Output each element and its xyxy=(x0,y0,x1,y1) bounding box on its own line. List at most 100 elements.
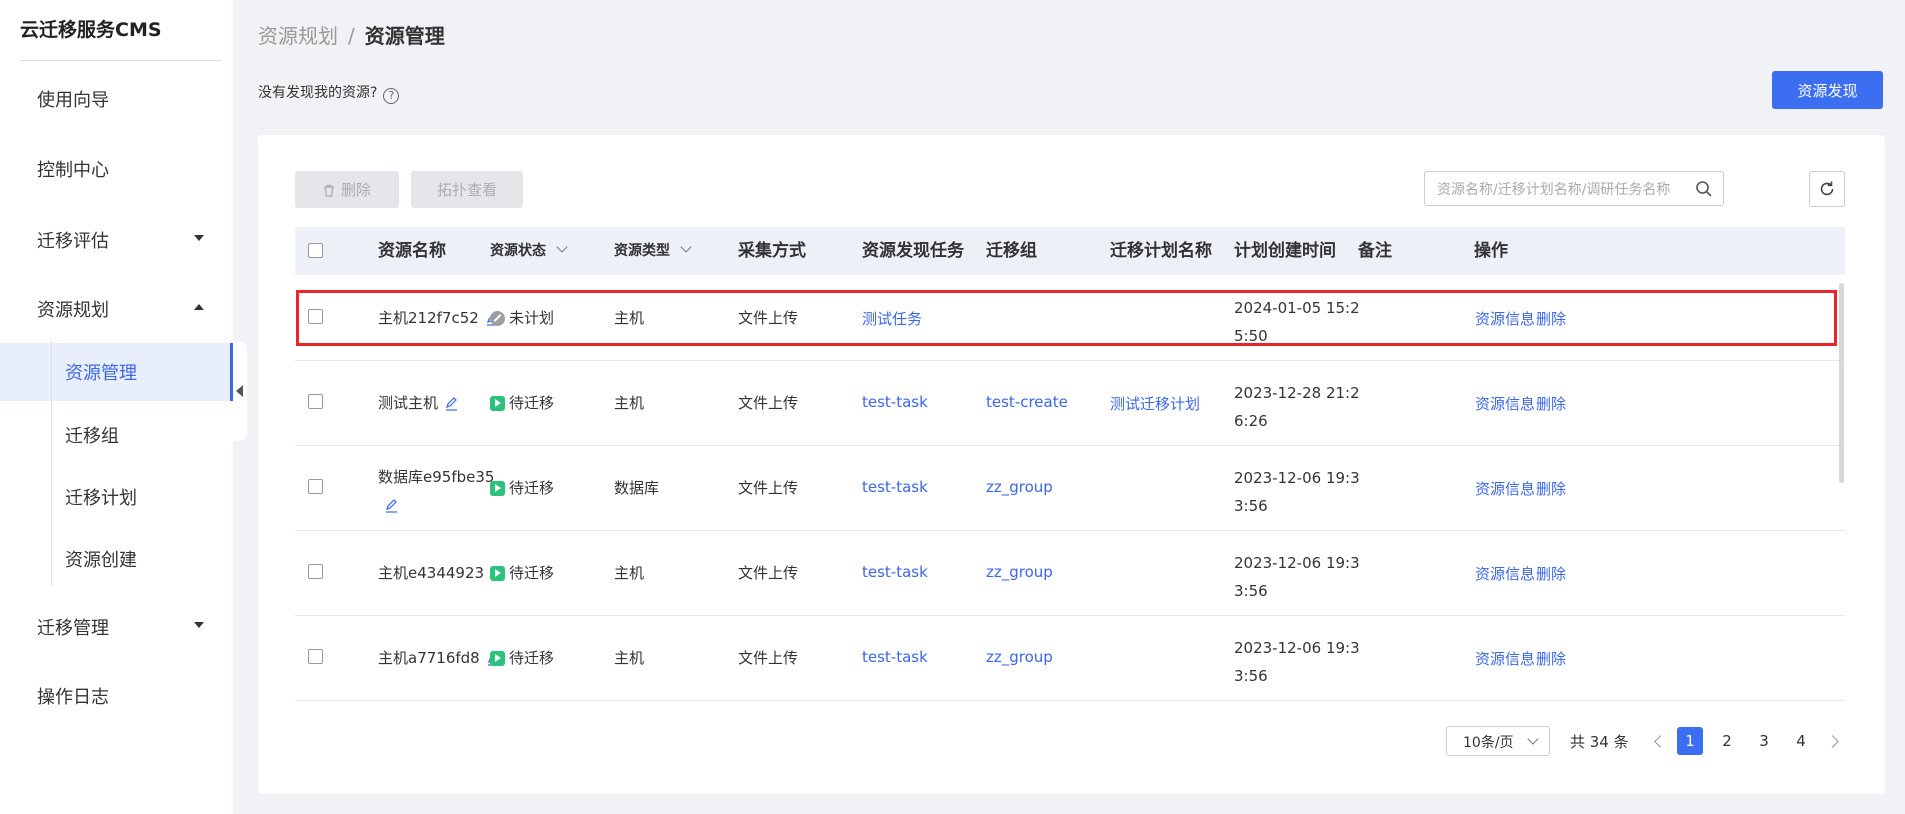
time-line: 2023-12-06 19:3 xyxy=(1234,554,1360,572)
row-checkbox[interactable] xyxy=(308,564,323,579)
sidebar-subitem-resource-management[interactable]: 资源管理 xyxy=(0,343,233,401)
row-checkbox[interactable] xyxy=(308,479,323,494)
collapse-left-icon xyxy=(236,385,243,397)
table-row: 测试主机 待迁移 主机 文件上传 test-task test-create 测… xyxy=(295,360,1845,446)
status-text: 未计划 xyxy=(509,309,555,327)
group-link[interactable]: zz_group xyxy=(986,563,1053,581)
breadcrumb: 资源规划 / 资源管理 xyxy=(258,20,445,49)
sidebar-subitem-resource-create[interactable]: 资源创建 xyxy=(0,530,233,588)
resource-info-link[interactable]: 资源信息 xyxy=(1475,308,1535,329)
refresh-button[interactable] xyxy=(1809,171,1845,207)
task-link[interactable]: 测试任务 xyxy=(862,308,922,329)
sidebar-item-label: 迁移评估 xyxy=(37,231,109,252)
row-delete-link[interactable]: 删除 xyxy=(1536,648,1566,669)
search-icon[interactable] xyxy=(1695,180,1713,198)
resource-name-cell: 主机212f7c52 xyxy=(378,307,500,328)
sidebar: 云迁移服务CMS 使用向导 控制中心 迁移评估 资源规划 资源管理 迁移组 迁移… xyxy=(0,0,233,814)
sidebar-item-migration-management[interactable]: 迁移管理 xyxy=(0,600,233,650)
time-line: 2024-01-05 15:2 xyxy=(1234,299,1360,317)
refresh-icon xyxy=(1820,181,1834,196)
pending-status-icon xyxy=(490,481,505,496)
hint-text: 没有发现我的资源? xyxy=(258,85,378,101)
delete-button[interactable]: 删除 xyxy=(295,171,399,208)
resource-name: 主机212f7c52 xyxy=(378,309,479,327)
time-line: 3:56 xyxy=(1234,582,1268,600)
task-link[interactable]: test-task xyxy=(862,563,928,581)
sidebar-item-resource-planning[interactable]: 资源规划 xyxy=(0,282,233,332)
resource-info-link[interactable]: 资源信息 xyxy=(1475,478,1535,499)
select-all-checkbox[interactable] xyxy=(308,243,323,258)
edit-icon[interactable] xyxy=(444,396,459,411)
page-3[interactable]: 3 xyxy=(1751,727,1777,755)
status-text: 待迁移 xyxy=(509,564,555,582)
task-link[interactable]: test-task xyxy=(862,648,928,666)
time-line: 2023-12-06 19:3 xyxy=(1234,469,1360,487)
row-delete-link[interactable]: 删除 xyxy=(1536,563,1566,584)
task-link[interactable]: test-task xyxy=(862,393,928,411)
type-cell: 主机 xyxy=(614,394,645,412)
resource-name-cell: 主机a7716fd8 xyxy=(378,647,501,668)
brand-divider xyxy=(20,60,222,61)
breadcrumb-parent[interactable]: 资源规划 xyxy=(258,24,338,48)
time-cell: 2023-12-06 19:3 3:56 xyxy=(1234,634,1360,690)
header-type[interactable]: 资源类型 xyxy=(614,227,692,275)
page-size-value: 10条/页 xyxy=(1463,735,1514,751)
row-checkbox[interactable] xyxy=(308,649,323,664)
sidebar-collapse-toggle[interactable] xyxy=(233,341,247,441)
header-status[interactable]: 资源状态 xyxy=(490,227,568,275)
status-text: 待迁移 xyxy=(509,479,555,497)
row-delete-link[interactable]: 删除 xyxy=(1536,308,1566,329)
collect-cell: 文件上传 xyxy=(738,394,799,412)
type-cell: 主机 xyxy=(614,309,645,327)
type-cell: 主机 xyxy=(614,564,645,582)
page-4[interactable]: 4 xyxy=(1788,727,1814,755)
edit-icon[interactable] xyxy=(384,498,399,513)
resource-card: 删除 拓扑查看 资源名称 资源状态 资源类型 采集方式 资源发现任务 迁移组 迁… xyxy=(258,135,1885,794)
resource-info-link[interactable]: 资源信息 xyxy=(1475,393,1535,414)
row-delete-link[interactable]: 删除 xyxy=(1536,478,1566,499)
header-time: 计划创建时间 xyxy=(1234,241,1336,261)
sidebar-subitem-migration-group[interactable]: 迁移组 xyxy=(0,406,233,464)
resource-info-link[interactable]: 资源信息 xyxy=(1475,563,1535,584)
delete-button-label: 删除 xyxy=(340,181,371,199)
page-2[interactable]: 2 xyxy=(1714,727,1740,755)
group-link[interactable]: zz_group xyxy=(986,648,1053,666)
sidebar-item-label: 控制中心 xyxy=(37,160,109,181)
pending-status-icon xyxy=(490,651,505,666)
table-scrollbar[interactable] xyxy=(1839,283,1844,483)
sidebar-item-guide[interactable]: 使用向导 xyxy=(0,72,233,122)
page-1[interactable]: 1 xyxy=(1677,727,1703,755)
resource-info-link[interactable]: 资源信息 xyxy=(1475,648,1535,669)
breadcrumb-separator: / xyxy=(348,24,355,48)
search-input[interactable] xyxy=(1435,179,1689,201)
header-group: 迁移组 xyxy=(986,241,1037,261)
sidebar-subitem-label: 资源创建 xyxy=(65,550,137,571)
resource-discover-button[interactable]: 资源发现 xyxy=(1772,71,1883,109)
table-row: 主机212f7c52 未计划 主机 文件上传 测试任务 2024-01-05 1… xyxy=(295,275,1845,361)
sidebar-item-operation-log[interactable]: 操作日志 xyxy=(0,669,233,719)
sidebar-subitem-migration-plan[interactable]: 迁移计划 xyxy=(0,468,233,526)
group-link[interactable]: test-create xyxy=(986,393,1068,411)
sidebar-item-label: 资源规划 xyxy=(37,300,109,321)
sidebar-item-control-center[interactable]: 控制中心 xyxy=(0,142,233,192)
resource-hint: 没有发现我的资源?? xyxy=(258,82,400,104)
sidebar-subitem-label: 资源管理 xyxy=(65,363,137,384)
task-link[interactable]: test-task xyxy=(862,478,928,496)
help-icon[interactable]: ? xyxy=(383,88,400,104)
topology-view-button[interactable]: 拓扑查看 xyxy=(411,171,523,208)
header-task: 资源发现任务 xyxy=(862,241,964,261)
search-box[interactable] xyxy=(1424,171,1724,206)
row-checkbox[interactable] xyxy=(308,309,323,324)
sidebar-item-assessment[interactable]: 迁移评估 xyxy=(0,213,233,263)
page-size-select[interactable]: 10条/页 xyxy=(1446,726,1550,756)
plan-link[interactable]: 测试迁移计划 xyxy=(1110,393,1200,414)
row-checkbox[interactable] xyxy=(308,394,323,409)
breadcrumb-current: 资源管理 xyxy=(364,24,445,48)
status-cell: 待迁移 xyxy=(490,477,554,498)
chevron-down-icon xyxy=(1527,733,1539,745)
group-link[interactable]: zz_group xyxy=(986,478,1053,496)
time-cell: 2023-12-06 19:3 3:56 xyxy=(1234,464,1360,520)
row-delete-link[interactable]: 删除 xyxy=(1536,393,1566,414)
table-row: 主机e4344923 待迁移 主机 文件上传 test-task zz_grou… xyxy=(295,530,1845,616)
time-line: 2023-12-28 21:2 xyxy=(1234,384,1360,402)
